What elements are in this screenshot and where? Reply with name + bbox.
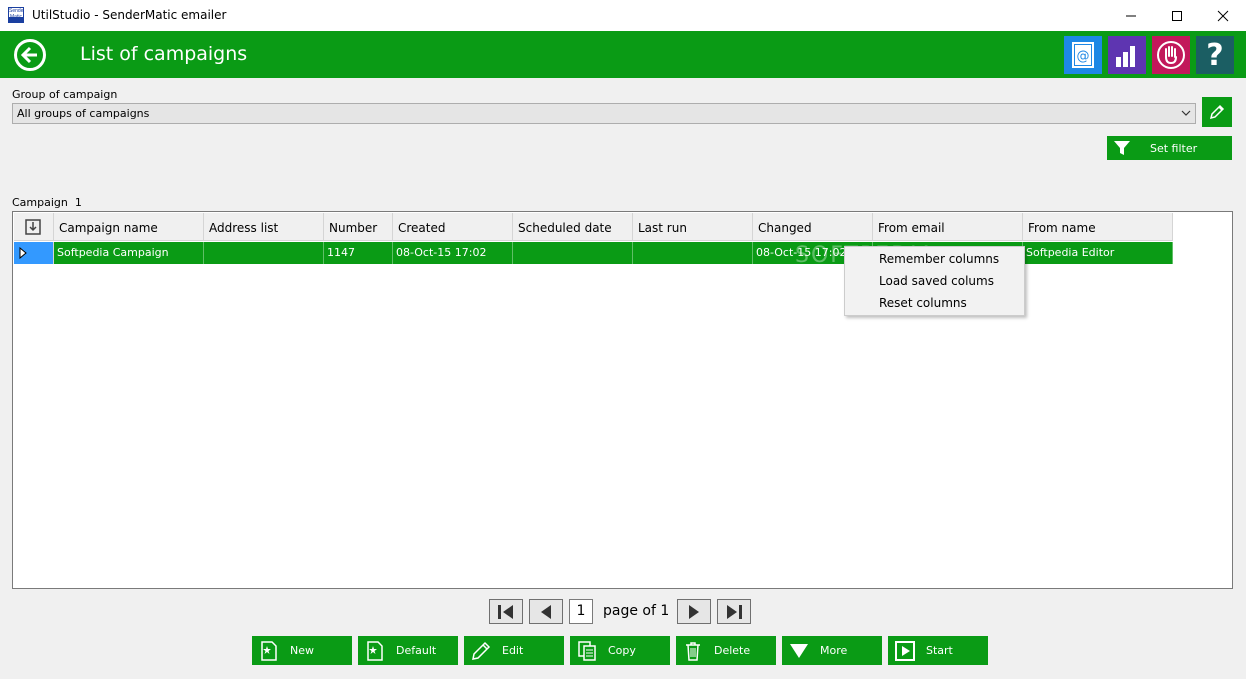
column-header-number[interactable]: Number [324, 213, 393, 241]
table-cell[interactable]: Softpedia Campaign [54, 242, 204, 264]
column-header-address-list[interactable]: Address list [204, 213, 324, 241]
app-icon: Sender Matic [8, 7, 24, 23]
default-document-icon [367, 641, 383, 661]
column-header-created[interactable]: Created [393, 213, 513, 241]
next-page-button[interactable] [677, 599, 711, 624]
first-page-button[interactable] [489, 599, 523, 624]
table-cell[interactable]: Softpedia Editor [1023, 242, 1173, 264]
column-chooser-icon [25, 219, 41, 235]
play-icon [895, 641, 915, 661]
default-label: Default [396, 644, 437, 657]
page-title: List of campaigns [80, 43, 248, 65]
row-pointer-icon [19, 247, 27, 259]
new-document-icon [261, 641, 277, 661]
statistics-button[interactable] [1108, 36, 1146, 74]
last-page-button[interactable] [717, 599, 751, 624]
edit-label: Edit [502, 644, 524, 657]
table-cell[interactable]: 08-Oct-15 17:02 [393, 242, 513, 264]
copy-icon [578, 641, 596, 661]
minimize-button[interactable] [1108, 0, 1154, 31]
column-header-scheduled-date[interactable]: Scheduled date [513, 213, 633, 241]
context-menu: Remember columns Load saved colums Reset… [844, 246, 1025, 316]
next-page-icon [689, 604, 699, 619]
table-cell[interactable] [204, 242, 324, 264]
pencil-icon [472, 641, 491, 660]
page-of-label: page of 1 [603, 603, 670, 619]
table-cell[interactable]: 1147 [324, 242, 393, 264]
delete-button[interactable]: Delete [676, 636, 776, 665]
window-title: UtilStudio - SenderMatic emailer [32, 8, 227, 22]
column-header-from-name[interactable]: From name [1023, 213, 1173, 241]
table-cell[interactable] [633, 242, 753, 264]
maximize-button[interactable] [1154, 0, 1200, 31]
menu-item-reset-columns[interactable]: Reset columns [879, 296, 967, 310]
set-filter-button[interactable]: Set filter [1107, 136, 1232, 160]
group-select-value: All groups of campaigns [17, 107, 150, 120]
minimize-icon [1126, 15, 1136, 16]
campaign-count-value: 1 [74, 196, 82, 209]
back-arrow-icon [20, 46, 37, 64]
row-selector[interactable] [14, 242, 54, 264]
column-header-last-run[interactable]: Last run [633, 213, 753, 241]
edit-group-button[interactable] [1202, 97, 1232, 127]
campaigns-grid[interactable]: Campaign name Address list Number Create… [12, 211, 1233, 589]
maximize-icon [1172, 10, 1182, 21]
copy-label: Copy [608, 644, 636, 657]
hand-stop-icon [1157, 41, 1185, 69]
first-page-icon [498, 604, 513, 619]
contacts-button[interactable]: @ [1064, 36, 1102, 74]
title-bar: Sender Matic UtilStudio - SenderMatic em… [0, 0, 1246, 31]
menu-item-remember-columns[interactable]: Remember columns [879, 252, 999, 266]
close-icon [1217, 10, 1229, 21]
trash-icon [686, 642, 700, 661]
bar-chart-icon [1116, 46, 1135, 67]
grid-corner-header[interactable] [14, 213, 54, 241]
default-button[interactable]: Default [358, 636, 458, 665]
previous-page-button[interactable] [529, 599, 563, 624]
close-button[interactable] [1200, 0, 1246, 31]
page-number-input[interactable]: 1 [569, 599, 593, 624]
stop-button[interactable] [1152, 36, 1190, 74]
address-book-icon: @ [1072, 42, 1094, 68]
last-page-icon [727, 604, 742, 619]
group-select[interactable]: All groups of campaigns [12, 103, 1196, 124]
set-filter-label: Set filter [1150, 142, 1198, 155]
previous-page-icon [541, 604, 551, 619]
question-mark-icon: ? [1206, 37, 1224, 73]
delete-label: Delete [714, 644, 751, 657]
table-cell[interactable] [513, 242, 633, 264]
start-label: Start [926, 644, 953, 657]
triangle-down-icon [790, 644, 808, 658]
more-label: More [820, 644, 848, 657]
menu-item-load-saved-columns[interactable]: Load saved colums [879, 274, 994, 288]
help-button[interactable]: ? [1196, 36, 1234, 74]
more-button[interactable]: More [782, 636, 882, 665]
svg-text:@: @ [1077, 49, 1090, 64]
header-bar: List of campaigns @ ? [0, 31, 1246, 78]
new-label: New [290, 644, 314, 657]
start-button[interactable]: Start [888, 636, 988, 665]
group-label: Group of campaign [12, 88, 118, 101]
chevron-down-icon [1181, 110, 1191, 116]
copy-button[interactable]: Copy [570, 636, 670, 665]
column-header-changed[interactable]: Changed [753, 213, 873, 241]
filter-icon [1114, 141, 1130, 155]
edit-button[interactable]: Edit [464, 636, 564, 665]
new-button[interactable]: New [252, 636, 352, 665]
campaign-count-label: Campaign [12, 196, 68, 209]
campaign-count: Campaign 1 [12, 196, 82, 209]
pencil-icon [1209, 104, 1225, 120]
column-header-from-email[interactable]: From email [873, 213, 1023, 241]
back-button[interactable] [14, 39, 46, 71]
column-header-campaign-name[interactable]: Campaign name [54, 213, 204, 241]
